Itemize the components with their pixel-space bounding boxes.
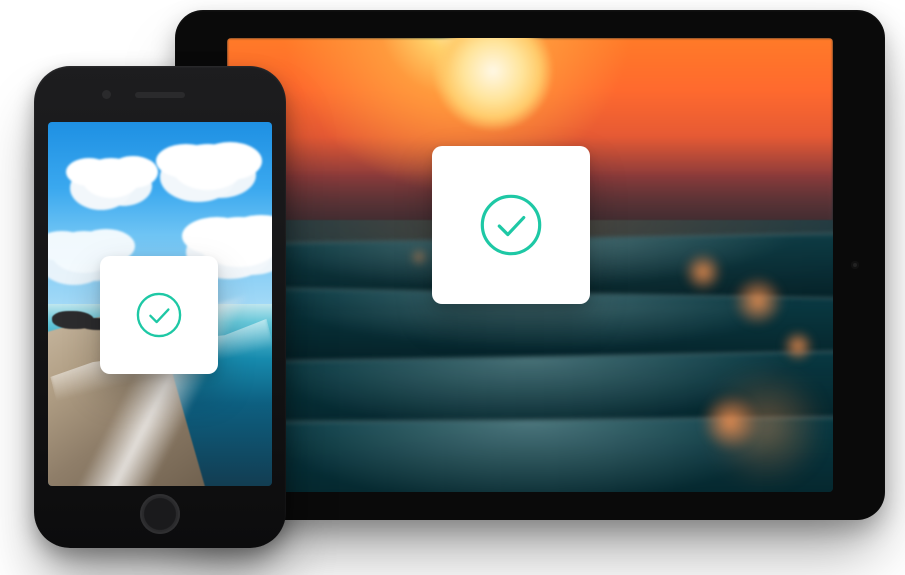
- checkmark-circle-icon: [477, 191, 545, 259]
- success-card-phone: [100, 256, 218, 374]
- tablet-camera-icon: [851, 261, 859, 269]
- phone-speaker-icon: [135, 92, 185, 98]
- phone-home-button[interactable]: [140, 494, 180, 534]
- checkmark-circle-icon: [134, 290, 184, 340]
- phone-camera-icon: [102, 90, 111, 99]
- success-card-tablet: [432, 146, 590, 304]
